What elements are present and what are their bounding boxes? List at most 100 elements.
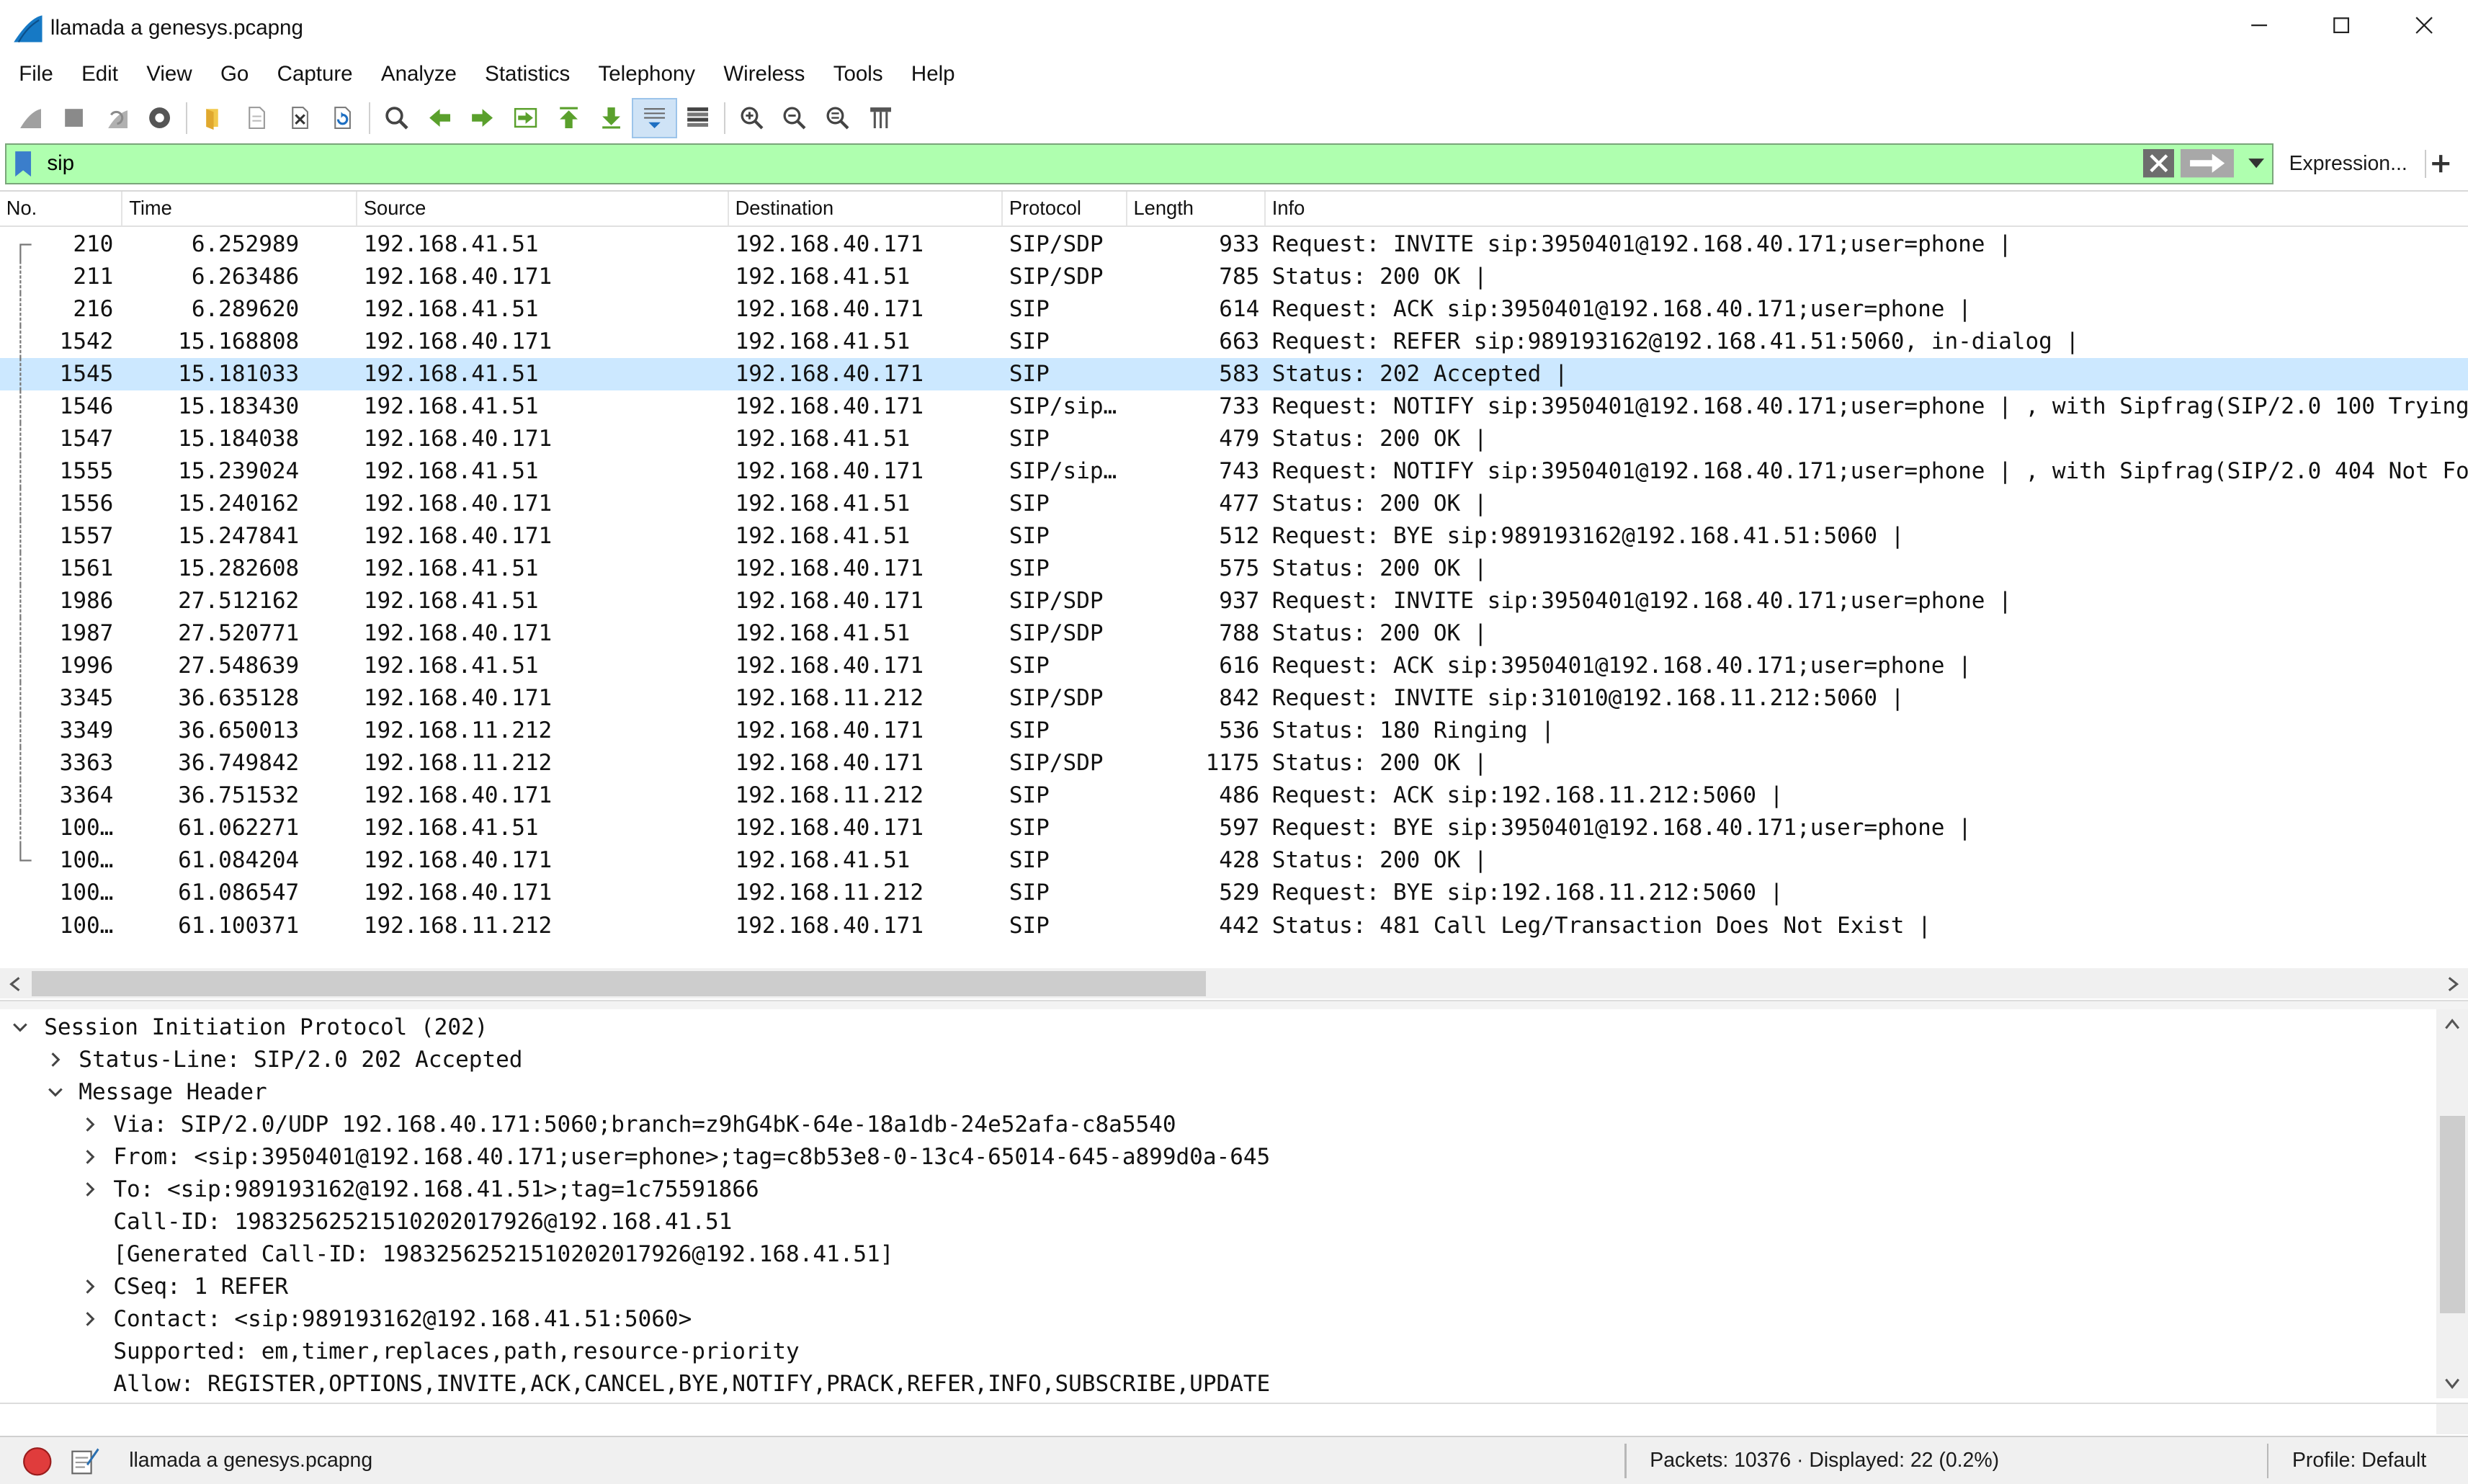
column-header-destination[interactable]: Destination [729, 192, 1003, 225]
display-filter-input[interactable] [40, 151, 2272, 176]
packet-row[interactable]: 1557 15.247841 192.168.40.171 192.168.41.51… [0, 519, 2468, 553]
column-header-protocol[interactable]: Protocol [1003, 192, 1127, 225]
detail-tree-item[interactable]: Allow: REGISTER,OPTIONS,INVITE,ACK,CANCE… [113, 1367, 1270, 1398]
go-last-button[interactable] [590, 99, 633, 137]
zoom-in-button[interactable] [730, 99, 773, 137]
detail-tree-item[interactable]: [Generated Call-ID: 19832562521510202017… [113, 1238, 893, 1270]
menu-capture[interactable]: Capture [263, 62, 367, 86]
scroll-down-icon[interactable] [2443, 1373, 2462, 1392]
packet-row[interactable]: 210 6.252989 192.168.41.51 192.168.40.171 SI… [0, 228, 2468, 261]
packet-row[interactable]: 216 6.289620 192.168.41.51 192.168.40.171 SI… [0, 292, 2468, 326]
capture-options-button[interactable] [138, 99, 182, 137]
menu-telephony[interactable]: Telephony [584, 62, 710, 86]
packet-row[interactable]: 100… 61.086547 192.168.40.171 192.168.11.21… [0, 877, 2468, 909]
go-to-packet-button[interactable] [504, 99, 547, 137]
go-first-button[interactable] [547, 99, 591, 137]
detail-tree-item[interactable]: Message Header [48, 1076, 267, 1108]
scrollbar-thumb[interactable] [31, 971, 1206, 997]
menu-tools[interactable]: Tools [819, 62, 897, 86]
detail-tree-item[interactable]: Supported: em,timer,replaces,path,resour… [113, 1335, 799, 1367]
menu-go[interactable]: Go [206, 62, 263, 86]
detail-tree-item[interactable]: To: <sip:989193162@192.168.41.51>;tag=1c… [86, 1173, 759, 1205]
pane-splitter[interactable] [0, 999, 2468, 1009]
column-header-source[interactable]: Source [357, 192, 729, 225]
detail-tree-item[interactable]: From: <sip:3950401@192.168.40.171;user=p… [86, 1140, 1270, 1173]
menu-edit[interactable]: Edit [67, 62, 132, 86]
chevron-right-icon[interactable] [82, 1279, 98, 1295]
scrollbar-thumb[interactable] [2439, 1116, 2465, 1313]
filter-bookmark-button[interactable] [6, 145, 41, 183]
packet-row[interactable]: 1545 15.181033 192.168.41.51 192.168.40.171… [0, 357, 2468, 390]
column-header-no[interactable]: No. [0, 192, 123, 225]
start-capture-button[interactable] [9, 99, 53, 137]
close-file-button[interactable] [278, 99, 321, 137]
find-packet-button[interactable] [375, 99, 419, 137]
bytes-vertical-scrollbar[interactable] [2436, 1404, 2468, 1434]
packet-row[interactable]: 3345 36.635128 192.168.40.171 192.168.11.21… [0, 681, 2468, 715]
maximize-button[interactable] [2302, 0, 2380, 50]
clear-filter-button[interactable] [2142, 149, 2175, 178]
menu-wireless[interactable]: Wireless [710, 62, 819, 86]
packet-row[interactable]: 1555 15.239024 192.168.41.51 192.168.40.171… [0, 455, 2468, 488]
zoom-normal-button[interactable] [816, 99, 859, 137]
stop-capture-button[interactable] [53, 99, 96, 137]
scroll-up-icon[interactable] [2443, 1016, 2462, 1034]
expert-info-icon[interactable] [22, 1447, 53, 1477]
packet-row[interactable]: 100… 61.062271 192.168.41.51 192.168.40.171… [0, 811, 2468, 844]
packet-row[interactable]: 3363 36.749842 192.168.11.212 192.168.40.17… [0, 746, 2468, 779]
close-button[interactable] [2385, 0, 2464, 50]
colorize-button[interactable] [676, 99, 719, 137]
chevron-down-icon[interactable] [12, 1019, 28, 1035]
column-header-length[interactable]: Length [1127, 192, 1266, 225]
menu-view[interactable]: View [133, 62, 207, 86]
packet-row[interactable]: 3349 36.650013 192.168.11.212 192.168.40.17… [0, 714, 2468, 747]
go-forward-button[interactable] [461, 99, 504, 137]
chevron-right-icon[interactable] [82, 1117, 98, 1132]
go-back-button[interactable] [419, 99, 462, 137]
packet-row[interactable]: 100… 61.084204 192.168.40.171 192.168.41.51… [0, 844, 2468, 877]
packet-list-horizontal-scrollbar[interactable] [0, 967, 2468, 998]
capture-comment-icon[interactable] [69, 1445, 101, 1477]
scroll-left-icon[interactable] [6, 975, 25, 993]
details-vertical-scrollbar[interactable] [2436, 1009, 2468, 1398]
packet-row[interactable]: 1542 15.168808 192.168.40.171 192.168.41.51… [0, 325, 2468, 358]
chevron-right-icon[interactable] [48, 1052, 63, 1068]
display-filter-field[interactable] [4, 143, 2273, 184]
packet-row[interactable]: 1996 27.548639 192.168.41.51 192.168.40.171… [0, 649, 2468, 682]
packet-row[interactable]: 100… 61.100371 192.168.11.212 192.168.40.17… [0, 909, 2468, 942]
apply-filter-button[interactable] [2180, 149, 2235, 178]
packet-row[interactable]: 1561 15.282608 192.168.41.51 192.168.40.171… [0, 552, 2468, 585]
menu-statistics[interactable]: Statistics [471, 62, 584, 86]
open-file-button[interactable] [192, 99, 236, 137]
detail-tree-item[interactable]: Contact: <sip:989193162@192.168.41.51:50… [86, 1302, 692, 1335]
expression-button[interactable]: Expression... [2279, 143, 2416, 184]
column-header-time[interactable]: Time [122, 192, 358, 225]
resize-columns-button[interactable] [859, 99, 902, 137]
reload-file-button[interactable] [321, 99, 365, 137]
zoom-out-button[interactable] [773, 99, 816, 137]
save-file-button[interactable] [236, 99, 279, 137]
detail-tree-item[interactable]: CSeq: 1 REFER [86, 1270, 288, 1302]
detail-tree-item[interactable]: Via: SIP/2.0/UDP 192.168.40.171:5060;bra… [86, 1108, 1176, 1140]
detail-tree-item[interactable]: Session Initiation Protocol (202) [13, 1011, 488, 1043]
menu-file[interactable]: File [0, 62, 67, 86]
status-profile[interactable]: Profile: Default [2292, 1437, 2426, 1484]
restart-capture-button[interactable] [95, 99, 138, 137]
menu-analyze[interactable]: Analyze [367, 62, 470, 86]
packet-bytes-pane[interactable] [0, 1403, 2468, 1434]
chevron-right-icon[interactable] [82, 1149, 98, 1165]
scroll-right-icon[interactable] [2443, 975, 2462, 993]
minimize-button[interactable] [2219, 0, 2298, 50]
chevron-right-icon[interactable] [82, 1181, 98, 1197]
menu-help[interactable]: Help [897, 62, 969, 86]
packet-row[interactable]: 1547 15.184038 192.168.40.171 192.168.41.51… [0, 422, 2468, 455]
detail-tree-item[interactable]: Call-ID: 19832562521510202017926@192.168… [113, 1205, 732, 1238]
packet-row[interactable]: 1546 15.183430 192.168.41.51 192.168.40.171… [0, 390, 2468, 423]
packet-row[interactable]: 3364 36.751532 192.168.40.171 192.168.11.21… [0, 779, 2468, 812]
column-header-info[interactable]: Info [1266, 192, 2468, 225]
packet-row[interactable]: 211 6.263486 192.168.40.171 192.168.41.51 SI… [0, 260, 2468, 293]
add-filter-button-button[interactable] [2424, 149, 2456, 178]
packet-row[interactable]: 1986 27.512162 192.168.41.51 192.168.40.171… [0, 584, 2468, 617]
chevron-right-icon[interactable] [82, 1311, 98, 1327]
filter-history-dropdown[interactable] [2247, 157, 2266, 169]
